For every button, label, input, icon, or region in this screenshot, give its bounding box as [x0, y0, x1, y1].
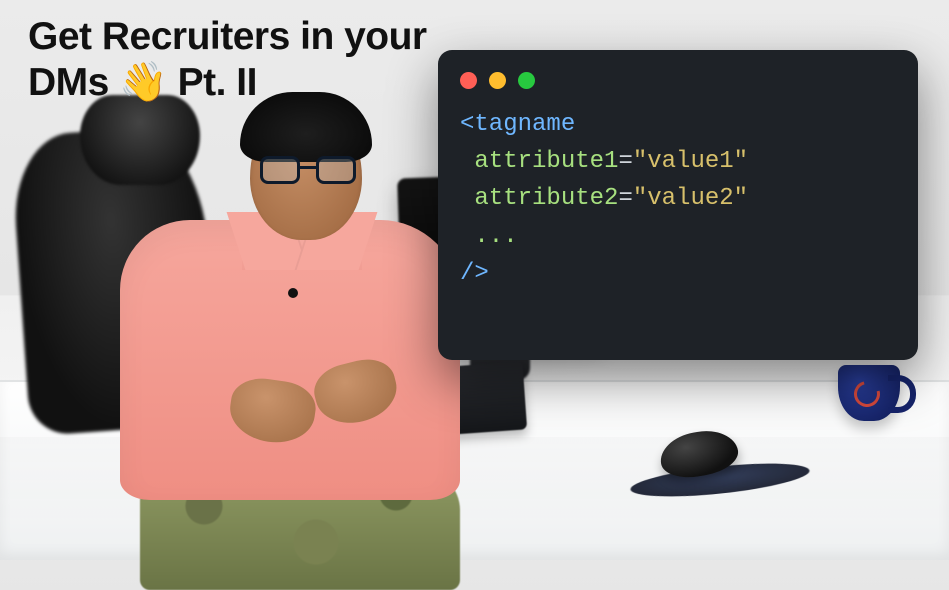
traffic-light-minimize-icon: [489, 72, 506, 89]
traffic-light-close-icon: [460, 72, 477, 89]
thumbnail-title: Get Recruiters in your DMs 👋 Pt. II: [28, 14, 508, 106]
title-line-2-post: Pt. II: [167, 61, 257, 104]
code-block: <tagname attribute1="value1" attribute2=…: [460, 106, 896, 292]
traffic-light-zoom-icon: [518, 72, 535, 89]
code-eq-1: =: [618, 148, 632, 175]
lavalier-mic-icon: [288, 288, 298, 298]
coffee-mug: [838, 365, 900, 421]
code-angle-open: <: [460, 111, 474, 138]
code-snippet-panel: <tagname attribute1="value1" attribute2=…: [438, 50, 918, 360]
eyeglasses-icon: [260, 156, 356, 186]
window-traffic-lights: [460, 66, 896, 94]
code-tagname: tagname: [474, 111, 575, 138]
code-attr-1: attribute1: [474, 148, 618, 175]
title-line-2-pre: DMs: [28, 61, 119, 104]
title-line-1: Get Recruiters in your: [28, 15, 427, 58]
presenter-person: [110, 100, 470, 540]
code-attr-2: attribute2: [474, 185, 618, 212]
code-val-2: "value2": [633, 185, 748, 212]
code-self-close: />: [460, 260, 489, 287]
wave-emoji-icon: 👋: [119, 61, 167, 104]
code-eq-2: =: [618, 185, 632, 212]
code-val-1: "value1": [633, 148, 748, 175]
code-ellipsis: ...: [474, 223, 517, 250]
